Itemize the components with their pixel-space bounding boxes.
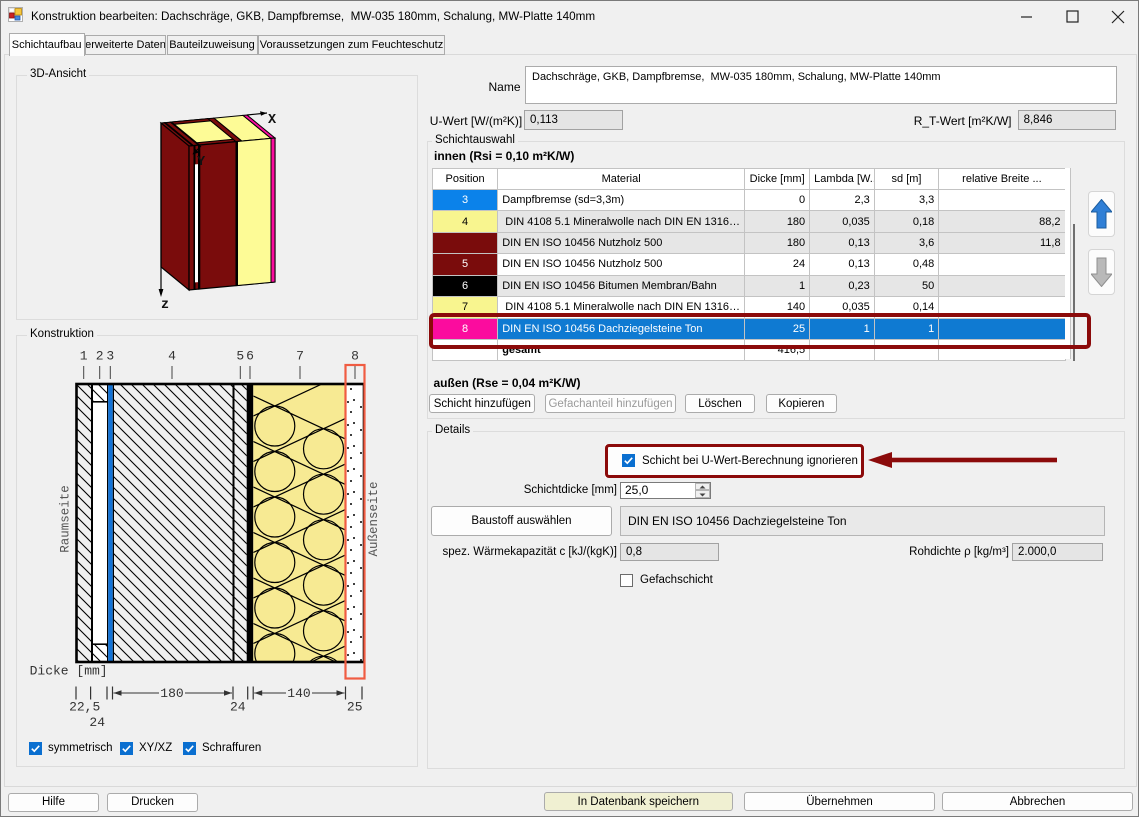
svg-text:24: 24: [230, 700, 246, 715]
svg-text:1: 1: [80, 349, 88, 364]
svg-text:180: 180: [160, 686, 183, 701]
svg-text:25: 25: [347, 700, 363, 715]
svg-text:5: 5: [236, 349, 244, 364]
svg-text:22,5: 22,5: [69, 700, 100, 715]
svg-text:4: 4: [168, 349, 176, 364]
svg-text:Raumseite: Raumseite: [59, 485, 73, 553]
svg-text:140: 140: [287, 686, 310, 701]
svg-text:6: 6: [246, 349, 254, 364]
svg-text:z: z: [161, 298, 169, 313]
svg-text:Y: Y: [197, 155, 206, 170]
svg-text:24: 24: [89, 715, 105, 730]
svg-text:X: X: [268, 113, 277, 128]
svg-text:3: 3: [106, 349, 114, 364]
svg-text:2: 2: [96, 349, 104, 364]
svg-text:8: 8: [351, 349, 359, 364]
svg-text:7: 7: [296, 349, 304, 364]
svg-text:Dicke [mm]: Dicke [mm]: [30, 664, 108, 679]
